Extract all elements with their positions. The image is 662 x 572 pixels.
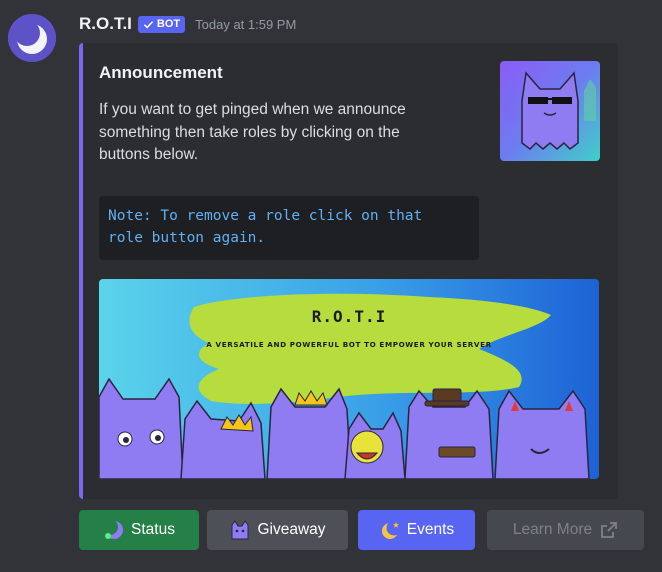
username[interactable]: R.O.T.I [79, 14, 132, 34]
message-header: R.O.T.I BOT Today at 1:59 PM [79, 12, 296, 36]
embed-thumbnail[interactable] [500, 61, 600, 161]
embed: Announcement If you want to get pinged w… [79, 43, 618, 499]
external-link-icon [601, 522, 618, 538]
code-line: role button again. [108, 230, 266, 246]
embed-title: Announcement [99, 63, 223, 82]
bot-tag: BOT [137, 15, 186, 33]
banner-title: R.O.T.I [311, 307, 387, 326]
bot-tag-label: BOT [156, 18, 181, 30]
status-button[interactable]: Status [79, 510, 199, 550]
embed-description-line: If you want to get pinged when we announ… [99, 101, 406, 118]
embed-description-line: buttons below. [99, 146, 199, 163]
timestamp[interactable]: Today at 1:59 PM [195, 17, 296, 32]
purple-cat-icon [229, 519, 251, 541]
status-button-label: Status [131, 521, 175, 538]
learn-more-button-label: Learn More [512, 521, 593, 538]
embed-description: If you want to get pinged when we announ… [99, 99, 484, 167]
embed-banner-image[interactable]: R.O.T.I A VERSATILE AND POWERFUL BOT TO … [99, 279, 599, 479]
giveaway-button[interactable]: Giveaway [207, 510, 348, 550]
crescent-moon-icon [103, 519, 125, 541]
avatar[interactable] [8, 14, 56, 62]
learn-more-button[interactable]: Learn More [487, 510, 644, 550]
code-block: Note: To remove a role click on that rol… [99, 196, 479, 260]
checkmark-icon [143, 20, 154, 28]
events-button[interactable]: Events [358, 510, 475, 550]
cat-mascot-sunglasses-image [500, 61, 600, 161]
crescent-moon-icon [8, 14, 56, 62]
embed-description-line: something then take roles by clicking on… [99, 123, 400, 141]
banner-subtitle: A VERSATILE AND POWERFUL BOT TO EMPOWER … [206, 340, 492, 349]
crescent-moon-star-icon [379, 519, 401, 541]
code-line: Note: To remove a role click on that [108, 208, 423, 224]
giveaway-button-label: Giveaway [257, 521, 326, 538]
events-button-label: Events [406, 521, 455, 538]
